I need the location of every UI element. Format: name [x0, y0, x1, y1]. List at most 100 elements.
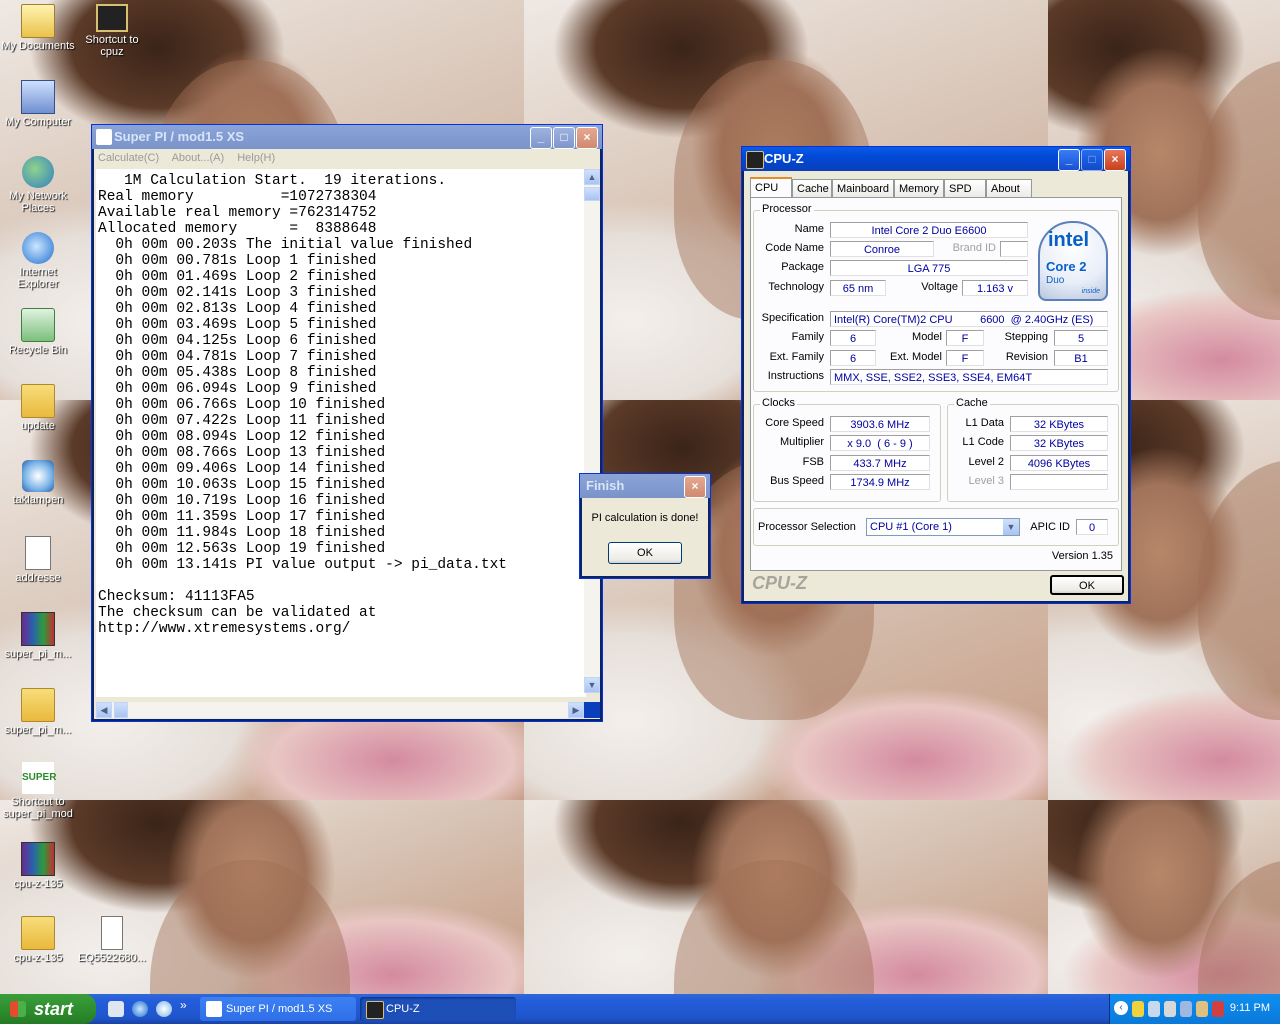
volume-icon[interactable] [1196, 1001, 1208, 1017]
console-line: 0h 00m 03.469s Loop 5 finished [98, 317, 377, 333]
desktop-icon-super-pi-archive[interactable]: super_pi_m... [0, 612, 76, 660]
package-label: Package [781, 261, 824, 273]
scroll-thumb[interactable] [584, 187, 600, 201]
clocks-group: Clocks Core Speed 3903.6 MHz Multiplier … [753, 397, 941, 502]
desktop-icon-super-pi-folder[interactable]: super_pi_m... [0, 688, 76, 736]
version-label: Version 1.35 [1051, 550, 1113, 562]
super-pi-app-icon [206, 1001, 222, 1017]
extfamily-value: 6 [830, 350, 876, 366]
desktop-icon-cpu-z-folder[interactable]: cpu-z-135 [0, 916, 76, 964]
menu-help[interactable]: Help(H) [237, 152, 275, 164]
desktop-icon-my-network-places[interactable]: My Network Places [0, 156, 76, 214]
desktop-icon-my-documents[interactable]: My Documents [0, 4, 76, 52]
network-places-icon [22, 156, 54, 188]
multiplier-value: x 9.0 ( 6 - 9 ) [830, 435, 930, 451]
tray-app-icon[interactable] [1212, 1001, 1224, 1017]
console-line: http://www.xtremesystems.org/ [98, 621, 351, 637]
size-grip[interactable] [584, 702, 600, 718]
console-line: 1M Calculation Start. 19 iterations. [98, 173, 447, 189]
scroll-down-button[interactable]: ▼ [584, 677, 600, 693]
scroll-right-button[interactable]: ▶ [568, 702, 584, 718]
close-button[interactable]: × [1104, 149, 1126, 171]
console-line: Available real memory =762314752 [98, 205, 377, 221]
quicklaunch-overflow-icon[interactable]: » [180, 998, 187, 1012]
codename-label: Code Name [765, 242, 824, 254]
minimize-button[interactable]: _ [1058, 149, 1080, 171]
desktop-icon-internet-explorer[interactable]: Internet Explorer [0, 232, 76, 290]
folder-icon [21, 384, 55, 418]
media-file-icon [22, 460, 54, 492]
chevron-down-icon[interactable]: ▼ [1003, 519, 1019, 535]
taskbar-item-superpi[interactable]: Super PI / mod1.5 XS [200, 997, 356, 1021]
desktop-icon-cpu-z-archive[interactable]: cpu-z-135 [0, 842, 76, 890]
desktop-icon-recycle-bin[interactable]: Recycle Bin [0, 308, 76, 356]
wallpaper-tile [524, 800, 1048, 994]
hardware-icon[interactable] [1180, 1001, 1192, 1017]
stepping-label: Stepping [1004, 331, 1048, 343]
stepping-value: 5 [1054, 330, 1108, 346]
desktop-icon-my-computer[interactable]: My Computer [0, 80, 76, 128]
cpuz-titlebar[interactable]: CPU-Z _ □ × [742, 147, 1130, 171]
tab-memory[interactable]: Memory [894, 179, 944, 197]
finish-ok-button[interactable]: OK [608, 542, 682, 564]
desktop-icon-shortcut-cpuz[interactable]: Shortcut to cpuz [74, 4, 150, 58]
console-line: 0h 00m 06.094s Loop 9 finished [98, 381, 377, 397]
scroll-up-button[interactable]: ▲ [584, 169, 600, 185]
close-button[interactable]: × [576, 127, 598, 149]
close-button[interactable]: × [684, 476, 706, 498]
tab-spd[interactable]: SPD [944, 179, 986, 197]
windows-flag-icon [10, 1001, 26, 1017]
level3-label: Level 3 [968, 475, 1004, 487]
media-player-icon[interactable] [156, 1001, 172, 1017]
menu-about[interactable]: About...(A) [172, 152, 225, 164]
tab-about[interactable]: About [986, 179, 1032, 197]
brandid-label: Brand ID [952, 242, 996, 254]
processor-selection-group: Processor Selection CPU #1 (Core 1) ▼ AP… [753, 508, 1119, 546]
menu-calculate[interactable]: Calculate(C) [98, 152, 159, 164]
scroll-thumb[interactable] [114, 702, 128, 718]
tab-mainboard[interactable]: Mainboard [832, 179, 894, 197]
vertical-scrollbar[interactable]: ▲ ▼ [584, 169, 600, 693]
taskbar-item-cpuz[interactable]: CPU-Z [360, 997, 516, 1021]
console-line: 0h 00m 06.766s Loop 10 finished [98, 397, 386, 413]
show-hidden-icons-icon[interactable]: ‹ [1114, 1001, 1128, 1015]
processor-selection-dropdown[interactable]: CPU #1 (Core 1) ▼ [866, 518, 1020, 536]
start-button[interactable]: start [0, 994, 96, 1024]
console-line: 0h 00m 10.063s Loop 15 finished [98, 477, 386, 493]
system-tray: ‹ 9:11 PM [1109, 994, 1280, 1024]
console-line: 0h 00m 05.438s Loop 8 finished [98, 365, 377, 381]
desktop-icon-eq-file[interactable]: EQ5522680... [74, 916, 150, 964]
processor-group-label: Processor [760, 203, 814, 215]
cpuz-ok-button[interactable]: OK [1050, 575, 1124, 595]
scroll-left-button[interactable]: ◀ [96, 702, 112, 718]
network-icon[interactable] [1148, 1001, 1160, 1017]
cpu-tab-panel: Processor Name Intel Core 2 Duo E6600 Co… [750, 197, 1122, 571]
tab-cpu[interactable]: CPU [750, 177, 792, 198]
voltage-value: 1.163 v [962, 280, 1028, 296]
desktop-icon-shortcut-super-pi[interactable]: SUPER Shortcut to super_pi_mod [0, 762, 76, 820]
cpuz-title: CPU-Z [764, 151, 804, 166]
horizontal-scrollbar[interactable]: ◀ ▶ [96, 702, 584, 718]
minimize-button[interactable]: _ [530, 127, 552, 149]
l1code-value: 32 KBytes [1010, 435, 1108, 451]
desktop-icon-addresse[interactable]: addresse [0, 536, 76, 584]
maximize-button[interactable]: □ [553, 127, 575, 149]
clock[interactable]: 9:11 PM [1230, 1002, 1270, 1014]
show-desktop-icon[interactable] [108, 1001, 124, 1017]
desktop-icon-update[interactable]: update [0, 384, 76, 432]
intel-logo-line1: Core 2 [1046, 259, 1087, 274]
level3-value [1010, 474, 1108, 490]
security-shield-icon[interactable] [1132, 1001, 1144, 1017]
console-line: 0h 00m 01.469s Loop 2 finished [98, 269, 377, 285]
taskbar: start » Super PI / mod1.5 XS CPU-Z ‹ 9:1… [0, 994, 1280, 1024]
superpi-titlebar[interactable]: Super PI / mod1.5 XS _ □ × [92, 125, 602, 149]
cpuz-app-icon [746, 151, 764, 169]
internet-explorer-icon[interactable] [132, 1001, 148, 1017]
maximize-button[interactable]: □ [1081, 149, 1103, 171]
desktop-icon-taklampen[interactable]: taklampen [0, 460, 76, 506]
superpi-output: 1M Calculation Start. 19 iterations. Real… [96, 169, 586, 697]
tab-cache[interactable]: Cache [792, 179, 832, 197]
network-icon[interactable] [1164, 1001, 1176, 1017]
finish-titlebar[interactable]: Finish × [580, 474, 710, 498]
console-line: 0h 00m 04.125s Loop 6 finished [98, 333, 377, 349]
